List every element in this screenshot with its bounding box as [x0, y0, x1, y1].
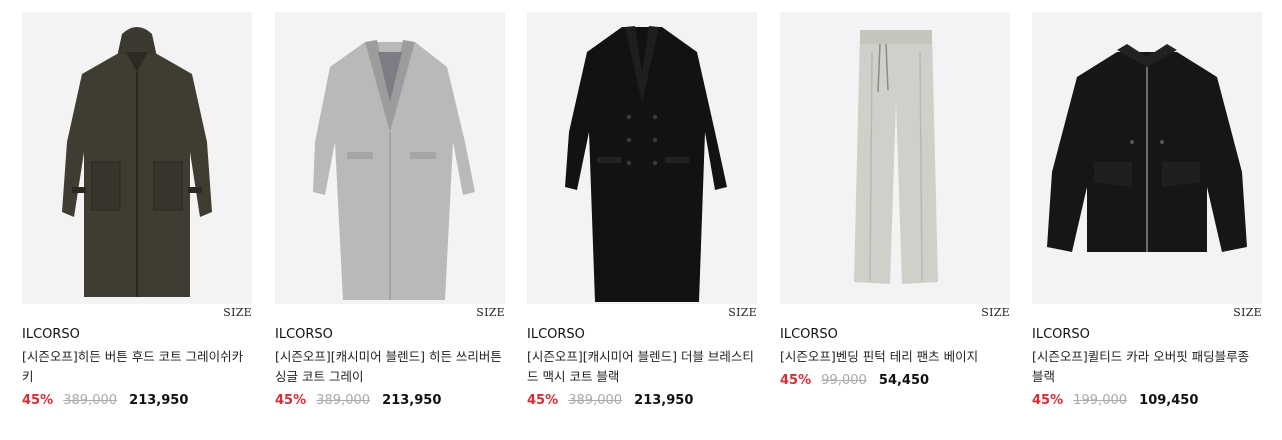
original-price: 99,000 [821, 373, 867, 388]
product-card-2[interactable]: SIZE ILCORSO [시즌오프][캐시미어 블렌드] 히든 쓰리버튼 싱글… [275, 12, 505, 408]
single-coat-gray-illustration [313, 40, 475, 300]
discount-rate: 45% [22, 393, 54, 408]
product-name[interactable]: [시즌오프][캐시미어 블렌드] 더블 브레스티드 맥시 코트 블랙 [527, 347, 757, 387]
price-row: 45% 389,000 213,950 [275, 393, 441, 408]
sale-price: 109,450 [1139, 393, 1199, 408]
double-coat-black-illustration [565, 26, 727, 302]
hooded-coat-khaki-illustration [62, 27, 212, 297]
size-option-button[interactable]: SIZE [476, 306, 505, 319]
product-name[interactable]: [시즌오프]히든 버튼 후드 코트 그레이쉬카키 [22, 347, 252, 387]
sale-price: 213,950 [129, 393, 189, 408]
padded-blouson-black-illustration [1047, 44, 1247, 252]
discount-rate: 45% [1032, 393, 1064, 408]
brand-name[interactable]: ILCORSO [22, 327, 80, 342]
brand-name[interactable]: ILCORSO [275, 327, 333, 342]
product-image-4[interactable] [780, 12, 1010, 304]
size-option-button[interactable]: SIZE [981, 306, 1010, 319]
price-row: 45% 389,000 213,950 [527, 393, 693, 408]
original-price: 389,000 [63, 393, 118, 408]
size-option-button[interactable]: SIZE [1233, 306, 1262, 319]
product-name[interactable]: [시즌오프]퀼티드 카라 오버핏 패딩블루종 블랙 [1032, 347, 1262, 387]
discount-rate: 45% [780, 373, 812, 388]
price-row: 45% 199,000 109,450 [1032, 393, 1198, 408]
price-row: 45% 99,000 54,450 [780, 373, 929, 388]
product-image-5[interactable] [1032, 12, 1262, 304]
product-image-3[interactable] [527, 12, 757, 304]
pants-beige-illustration [854, 30, 938, 284]
product-name[interactable]: [시즌오프]벤딩 핀턱 테리 팬츠 베이지 [780, 347, 1010, 367]
sale-price: 213,950 [634, 393, 694, 408]
original-price: 389,000 [568, 393, 623, 408]
product-card-5[interactable]: SIZE ILCORSO [시즌오프]퀼티드 카라 오버핏 패딩블루종 블랙 4… [1032, 12, 1262, 408]
product-card-4[interactable]: SIZE ILCORSO [시즌오프]벤딩 핀턱 테리 팬츠 베이지 45% 9… [780, 12, 1010, 388]
original-price: 199,000 [1073, 393, 1128, 408]
sale-price: 54,450 [878, 373, 930, 388]
brand-name[interactable]: ILCORSO [527, 327, 585, 342]
size-option-button[interactable]: SIZE [728, 306, 757, 319]
price-row: 45% 389,000 213,950 [22, 393, 188, 408]
discount-rate: 45% [527, 393, 559, 408]
sale-price: 213,950 [382, 393, 442, 408]
original-price: 389,000 [316, 393, 371, 408]
product-image-2[interactable] [275, 12, 505, 304]
product-card-1[interactable]: SIZE ILCORSO [시즌오프]히든 버튼 후드 코트 그레이쉬카키 45… [22, 12, 252, 408]
product-card-3[interactable]: SIZE ILCORSO [시즌오프][캐시미어 블렌드] 더블 브레스티드 맥… [527, 12, 757, 408]
discount-rate: 45% [275, 393, 307, 408]
brand-name[interactable]: ILCORSO [1032, 327, 1090, 342]
size-option-button[interactable]: SIZE [223, 306, 252, 319]
product-name[interactable]: [시즌오프][캐시미어 블렌드] 히든 쓰리버튼 싱글 코트 그레이 [275, 347, 505, 387]
brand-name[interactable]: ILCORSO [780, 327, 838, 342]
product-image-1[interactable] [22, 12, 252, 304]
